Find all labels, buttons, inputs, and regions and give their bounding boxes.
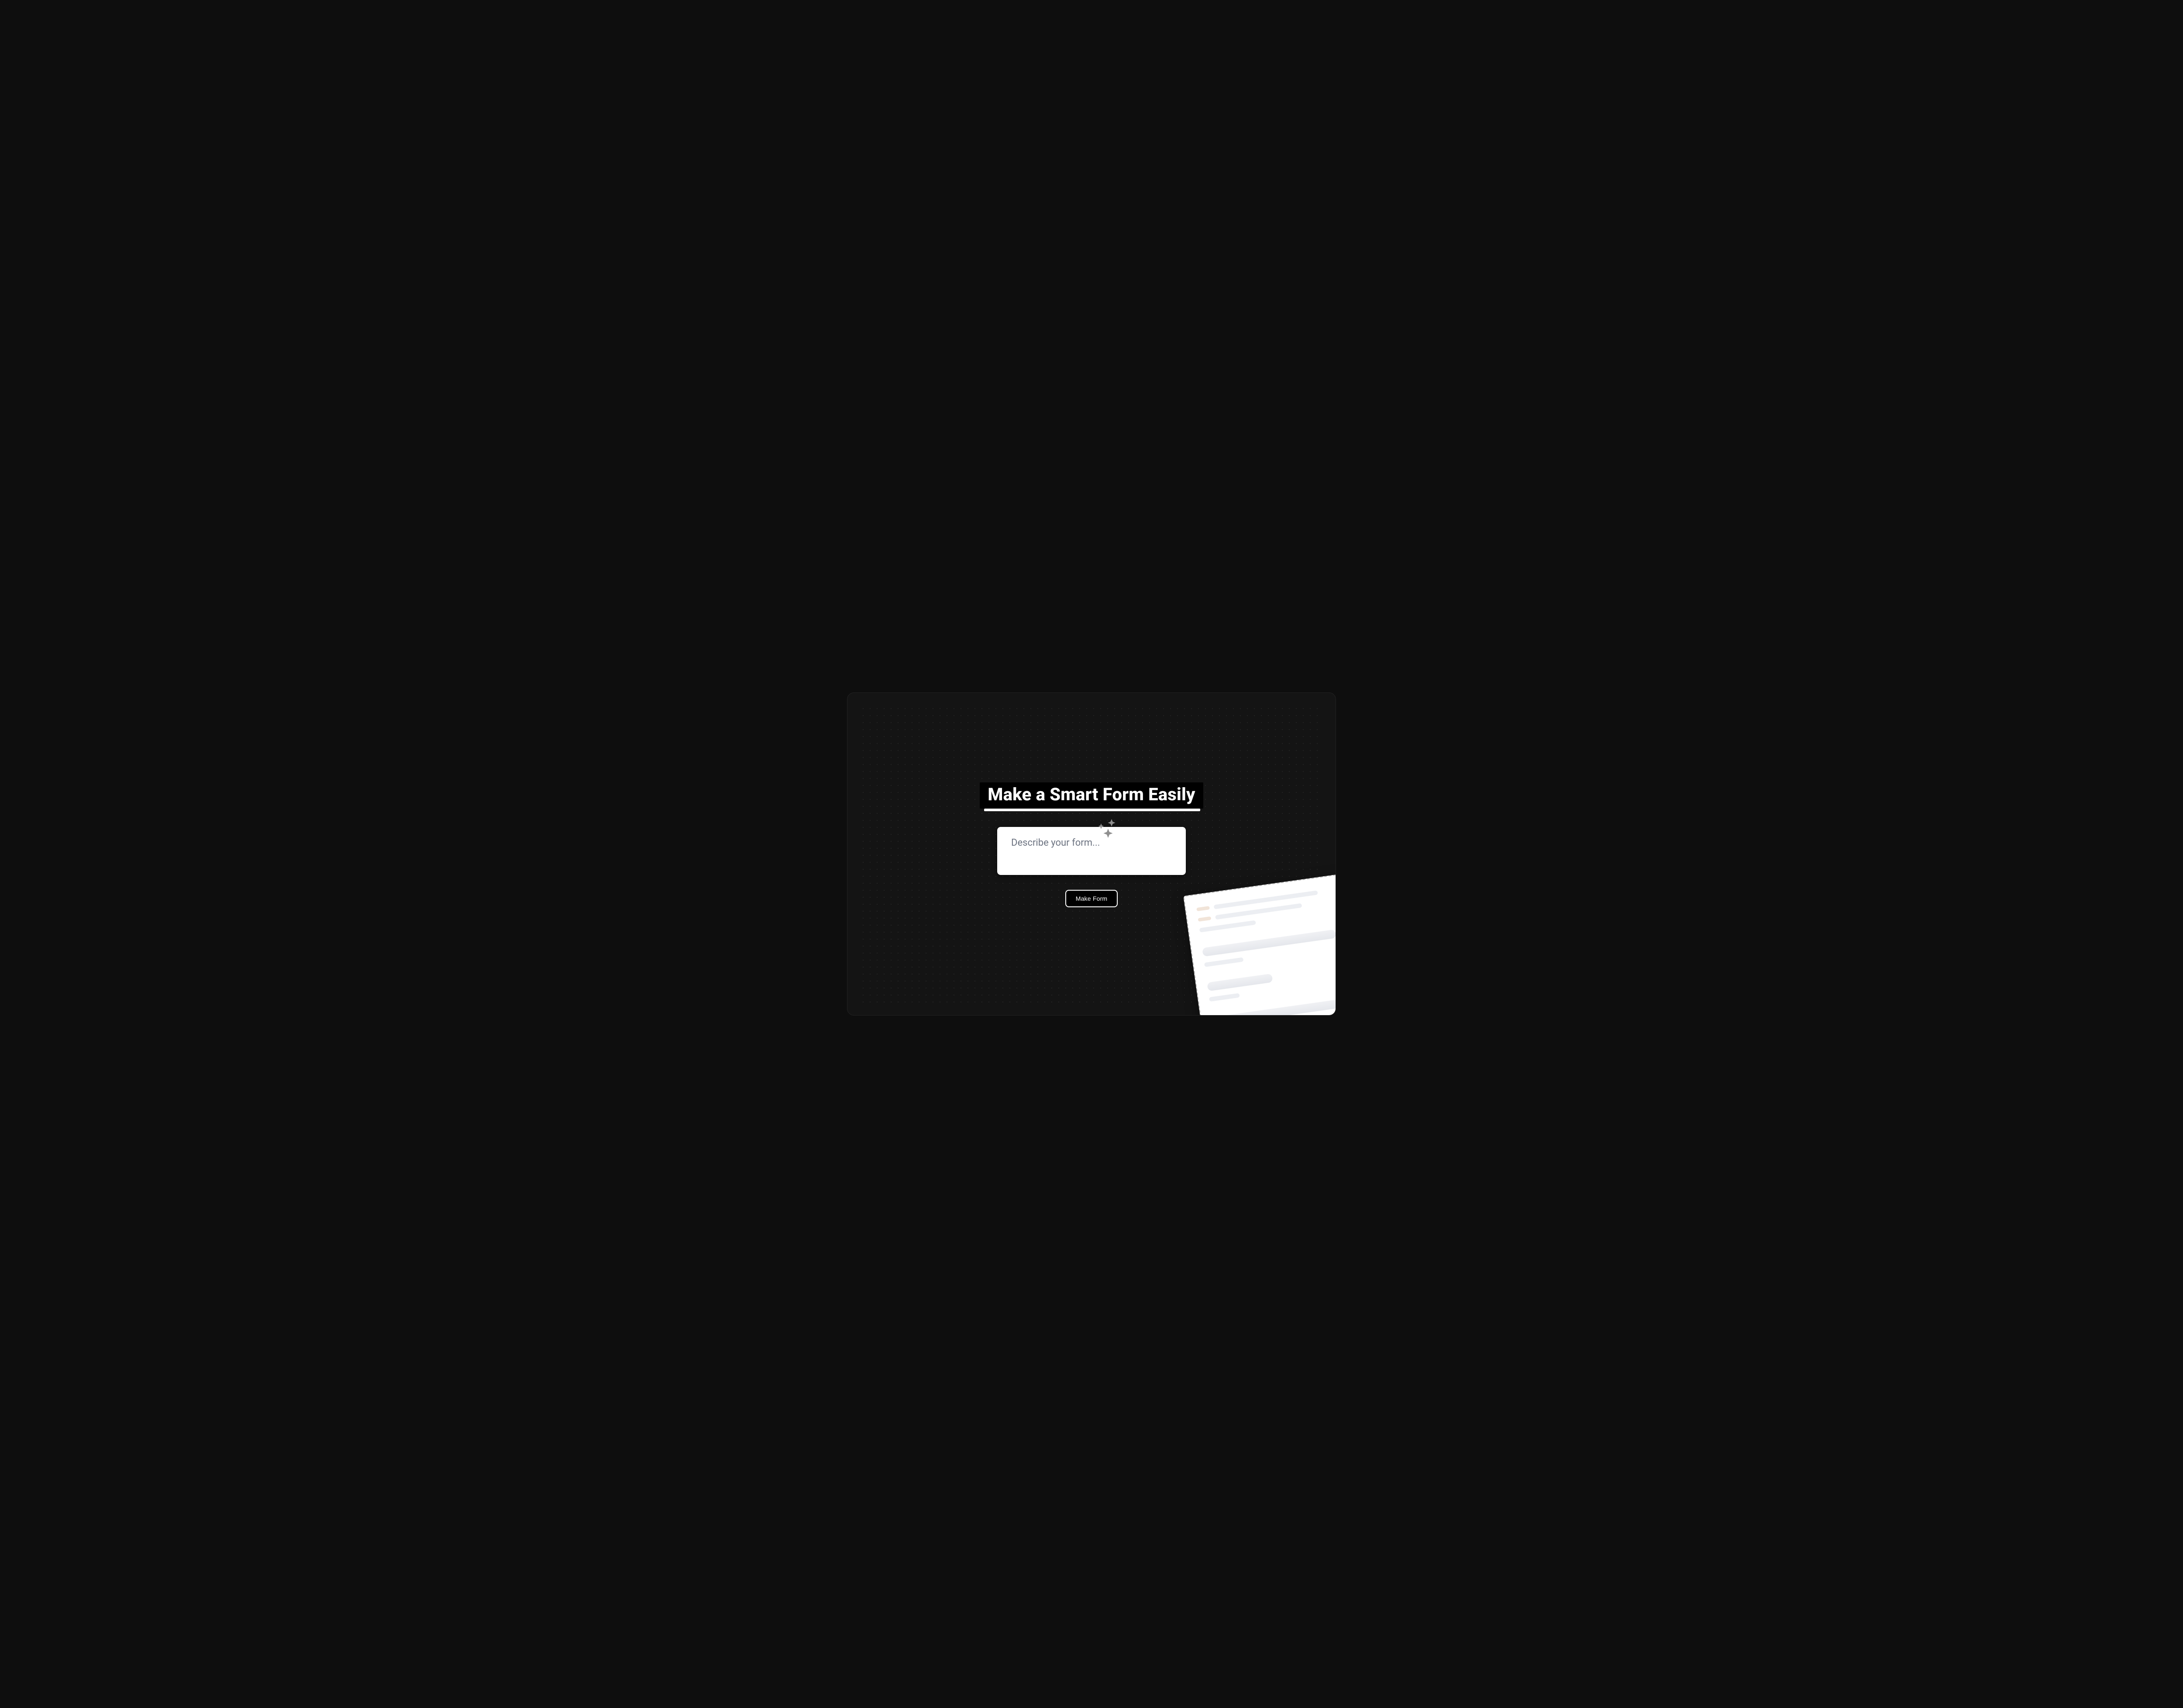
make-form-button[interactable]: Make Form — [1065, 890, 1118, 907]
headline-underline — [984, 809, 1201, 811]
hero-panel: Make a Smart Form Easily Make Form — [847, 692, 1336, 1016]
prompt-input-wrap — [997, 827, 1186, 877]
prompt-input[interactable] — [997, 827, 1186, 875]
headline-wrap: Make a Smart Form Easily — [980, 782, 1203, 809]
hero-headline: Make a Smart Form Easily — [980, 782, 1203, 809]
